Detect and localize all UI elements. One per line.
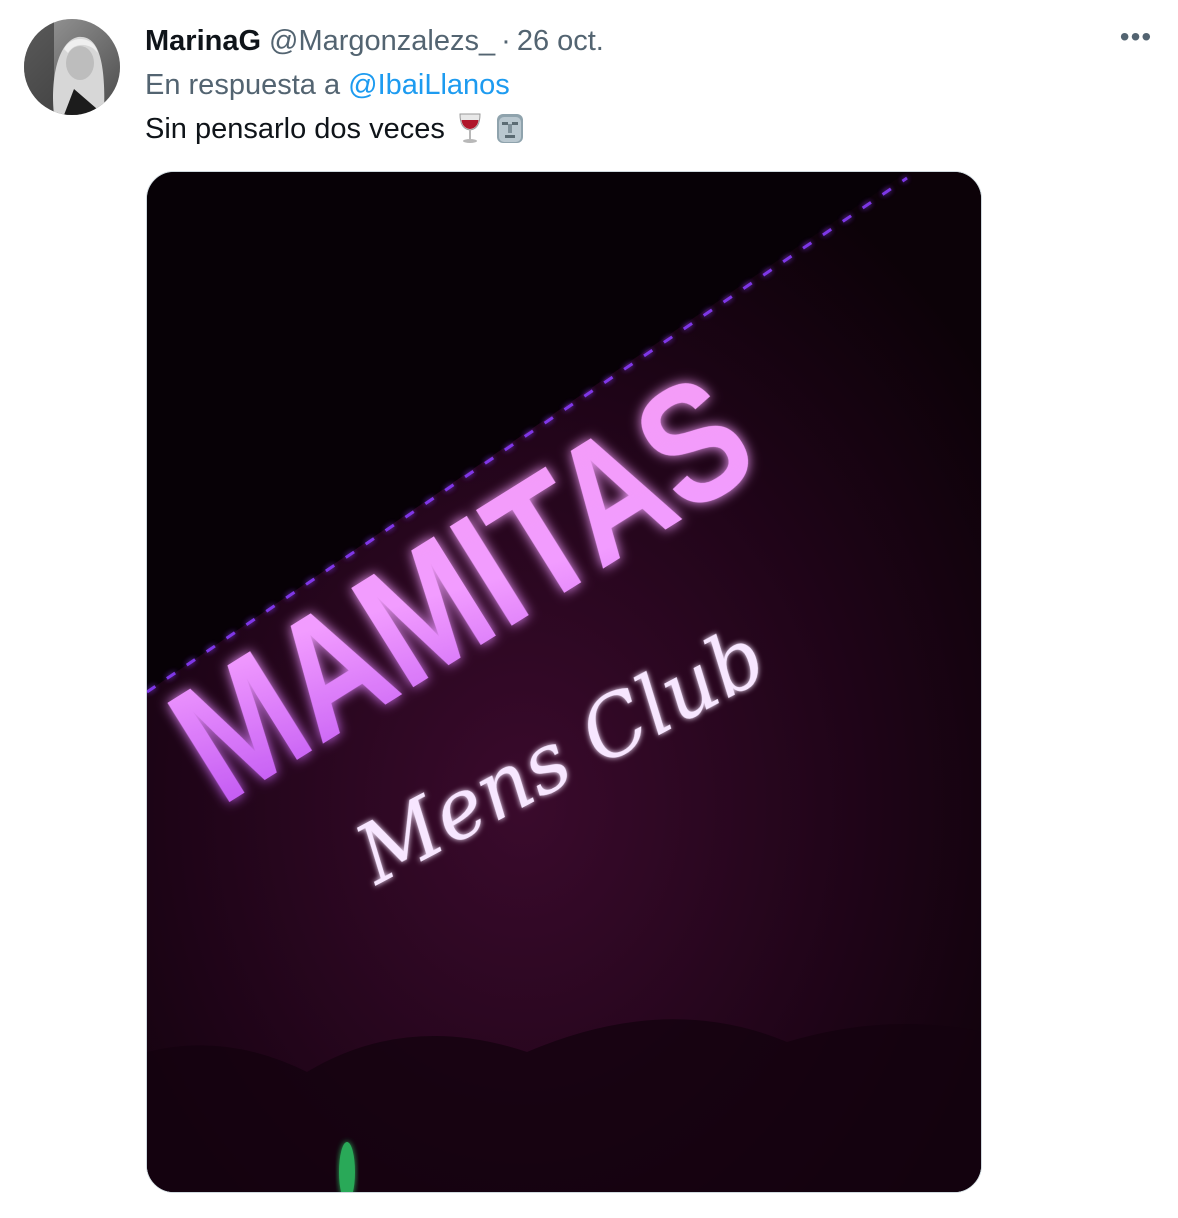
author-display-name[interactable]: MarinaG	[145, 25, 261, 57]
ellipsis-icon: •••	[1119, 21, 1153, 52]
reply-prefix: En respuesta a	[145, 69, 341, 101]
tweet-header: MarinaG @Margonzalezs_ · 26 oct.	[145, 22, 604, 60]
tweet-media-image[interactable]: MAMITAS Mens Club	[146, 171, 982, 1193]
more-options-button[interactable]: •••	[1116, 23, 1156, 54]
author-handle[interactable]: @Margonzalezs_	[269, 25, 495, 57]
tweet-date[interactable]: 26 oct.	[517, 25, 604, 57]
wine-glass-icon	[457, 112, 483, 154]
header-separator: ·	[501, 25, 511, 57]
neon-sign-photo: MAMITAS Mens Club	[147, 172, 981, 1192]
tweet-text: Sin pensarlo dos veces	[145, 110, 525, 154]
tweet-body-text: Sin pensarlo dos veces	[145, 113, 445, 145]
avatar[interactable]	[24, 19, 120, 115]
reply-context: En respuesta a @IbaiLlanos	[145, 66, 510, 104]
profile-avatar-icon	[24, 19, 120, 115]
moai-icon	[495, 112, 525, 154]
tweet-container[interactable]: MarinaG @Margonzalezs_ · 26 oct. ••• En res…	[0, 0, 1178, 1218]
reply-to-link[interactable]: @IbaiLlanos	[348, 69, 510, 101]
